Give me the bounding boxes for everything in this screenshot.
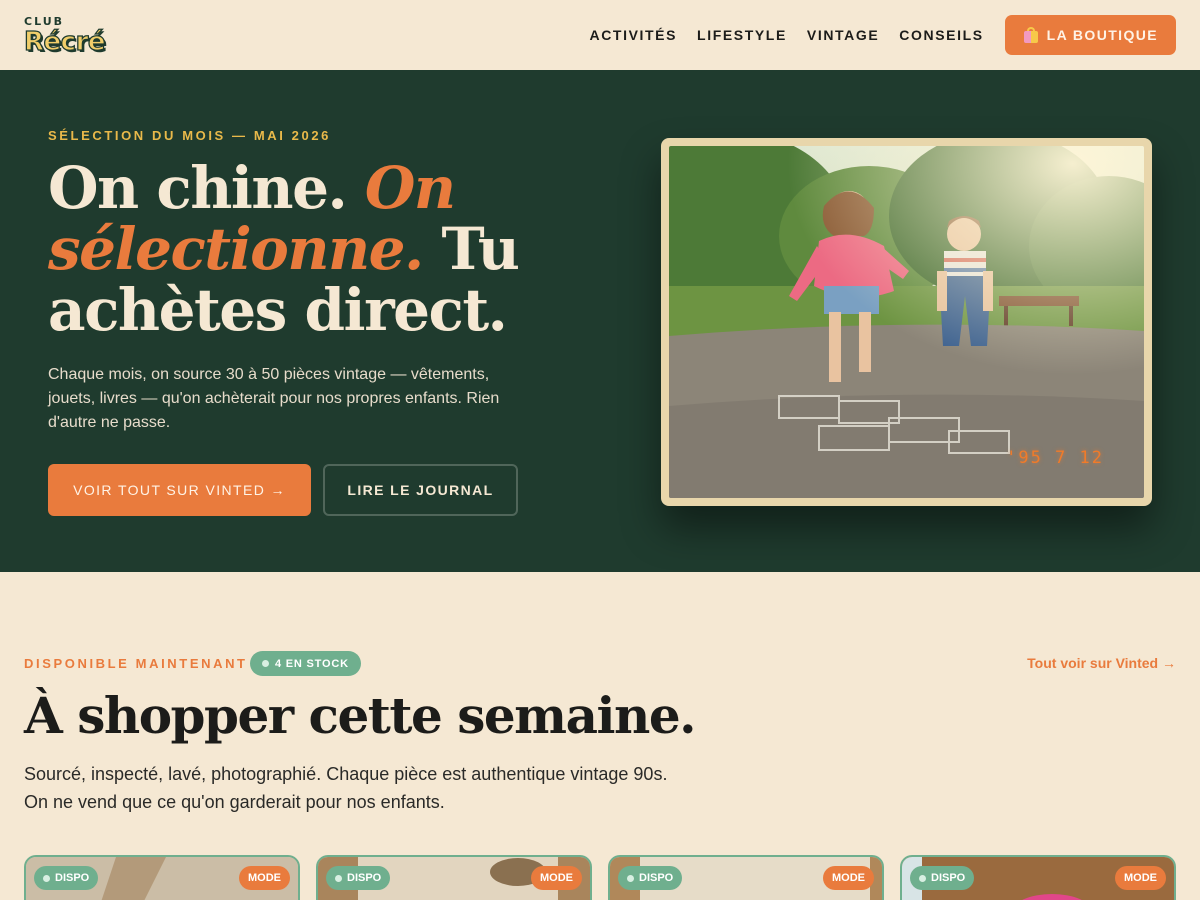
status-dot-icon: [43, 874, 50, 882]
shop-description: Sourcé, inspecté, lavé, photographié. Ch…: [24, 764, 668, 812]
status-dot-icon: [919, 874, 926, 882]
category-badge: MODE: [531, 866, 582, 890]
shopping-bag-icon: [1023, 27, 1039, 43]
hero-description: Chaque mois, on source 30 à 50 pièces vi…: [48, 366, 500, 431]
nav-link-vintage[interactable]: VINTAGE: [807, 27, 879, 43]
main-nav: ACTIVITÉS LIFESTYLE VINTAGE CONSEILS LA …: [570, 15, 1176, 55]
status-dot-icon: [335, 874, 342, 882]
availability-badge: DISPO: [618, 866, 683, 890]
shop-eyebrow: DISPONIBLE MAINTENANT: [24, 656, 248, 671]
category-badge: MODE: [823, 866, 874, 890]
nav-link-conseils[interactable]: CONSEILS: [899, 27, 983, 43]
journal-button[interactable]: LIRE LE JOURNAL: [323, 464, 518, 516]
logo-recre-text: Récré: [23, 26, 106, 57]
shop-button[interactable]: LA BOUTIQUE: [1004, 15, 1176, 55]
hero-title-part1: On chine.: [48, 154, 365, 222]
availability-badge: DISPO: [34, 866, 99, 890]
status-dot-icon: [627, 874, 634, 882]
availability-label: DISPO: [347, 872, 382, 884]
nav-link-activites[interactable]: ACTIVITÉS: [590, 27, 678, 43]
availability-label: DISPO: [931, 872, 966, 884]
stock-badge-label: 4 EN STOCK: [275, 657, 349, 670]
hero-photo: '95 7 12: [669, 146, 1144, 498]
category-badge: MODE: [1115, 866, 1166, 890]
playground-illustration: [669, 146, 1144, 498]
availability-badge: DISPO: [910, 866, 975, 890]
availability-label: DISPO: [55, 872, 90, 884]
availability-label: DISPO: [639, 872, 674, 884]
logo-club-text: CLUB: [24, 14, 65, 28]
see-all-vinted-link[interactable]: Tout voir sur Vinted →: [1027, 655, 1176, 671]
hero-title: On chine. On sélectionne. Tu achètes dir…: [48, 158, 588, 341]
logo[interactable]: CLUB Récré: [23, 14, 106, 57]
hero-section: SÉLECTION DU MOIS — MAI 2026 On chine. O…: [0, 70, 1200, 572]
vinted-button[interactable]: VOIR TOUT SUR VINTED →: [48, 464, 311, 516]
product-card[interactable]: DISPO MODE: [900, 855, 1176, 900]
photo-date-stamp: '95 7 12: [1006, 448, 1104, 468]
site-header: CLUB Récré ACTIVITÉS LIFESTYLE VINTAGE C…: [0, 0, 1200, 70]
product-card[interactable]: DISPO MODE: [608, 855, 884, 900]
status-dot-icon: [262, 660, 269, 667]
availability-badge: DISPO: [326, 866, 391, 890]
product-card[interactable]: DISPO MODE: [24, 855, 300, 900]
category-badge: MODE: [239, 866, 290, 890]
shop-button-label: LA BOUTIQUE: [1046, 27, 1158, 43]
shop-title: À shopper cette semaine.: [24, 686, 697, 745]
product-card[interactable]: DISPO MODE: [316, 855, 592, 900]
hero-eyebrow: SÉLECTION DU MOIS — MAI 2026: [48, 128, 332, 143]
hero-photo-frame: '95 7 12: [661, 138, 1152, 506]
nav-link-lifestyle[interactable]: LIFESTYLE: [697, 27, 787, 43]
stock-badge: 4 EN STOCK: [250, 651, 361, 676]
